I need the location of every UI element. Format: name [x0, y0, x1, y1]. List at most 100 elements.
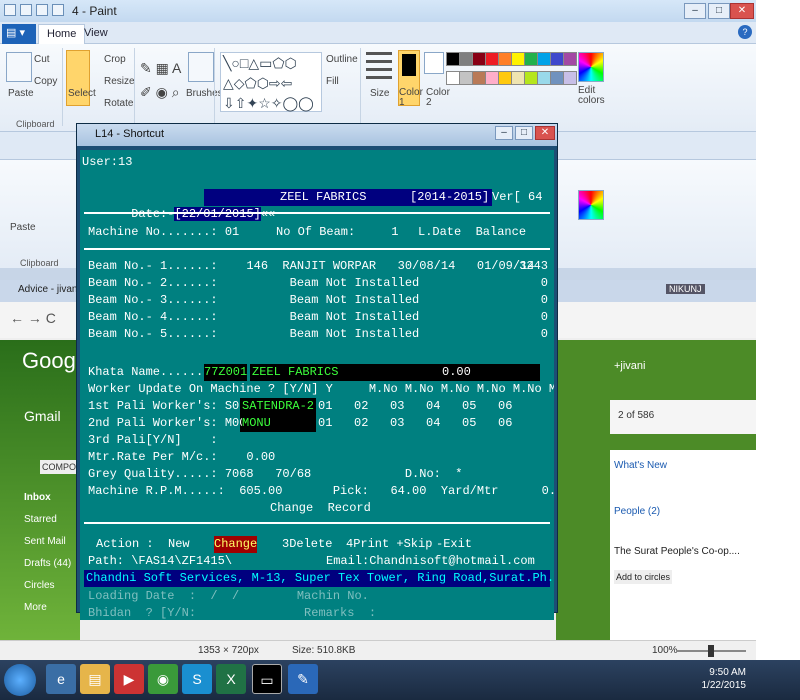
fill-button[interactable]: Fill	[326, 76, 339, 87]
redo-icon[interactable]	[52, 4, 64, 16]
explorer-icon[interactable]: ▤	[80, 664, 110, 694]
whats-new-label[interactable]: What's New	[614, 460, 667, 471]
color1-label: Color 1	[399, 87, 423, 108]
palette-swatch[interactable]	[459, 71, 473, 85]
skype-icon[interactable]: S	[182, 664, 212, 694]
paint-app-icon[interactable]	[4, 4, 16, 16]
sent-link[interactable]: Sent Mail	[24, 536, 66, 547]
pali1-name[interactable]: SATENDRA-2	[242, 398, 315, 415]
resize-button[interactable]: Resize	[104, 76, 135, 87]
console-body[interactable]: User:13 Date:-[22/01/2015]«« ZEEL FABRIC…	[80, 150, 554, 620]
starred-link[interactable]: Starred	[24, 514, 57, 525]
ie-icon[interactable]: e	[46, 664, 76, 694]
palette-swatch[interactable]	[485, 52, 499, 66]
palette-swatch[interactable]	[563, 52, 577, 66]
color2-button[interactable]	[424, 52, 444, 74]
console-maximize-button[interactable]: □	[515, 126, 533, 140]
shapes-gallery[interactable]: ╲○□△▭⬠⬡ △◇⬠⬡⇨⇦ ⇩⇧✦☆✧◯◯	[220, 52, 322, 112]
palette-swatch[interactable]	[446, 52, 460, 66]
palette-swatch[interactable]	[459, 52, 473, 66]
palette-swatch[interactable]	[498, 52, 512, 66]
media-player-icon[interactable]: ▶	[114, 664, 144, 694]
action-print[interactable]: 4Print +Skip	[346, 536, 432, 553]
size-label: Size	[370, 88, 390, 99]
rotate-button[interactable]: Rotate	[104, 98, 133, 109]
palette-swatch[interactable]	[550, 71, 564, 85]
beam-label: Beam No.- 1......:	[88, 259, 218, 273]
palette-swatch[interactable]	[537, 52, 551, 66]
version: Ver[ 64 ]	[492, 189, 554, 206]
palette-swatch[interactable]	[511, 71, 525, 85]
size-button[interactable]	[366, 52, 392, 82]
paste-button[interactable]	[6, 52, 32, 82]
palette-swatch[interactable]	[550, 52, 564, 66]
beam-label: Beam No.- 5......:	[88, 327, 218, 341]
gmail-user[interactable]: +jivani	[614, 360, 646, 372]
palette-swatch[interactable]	[472, 52, 486, 66]
palette-swatch[interactable]	[524, 71, 538, 85]
chrome-user-badge: NIKUNJ	[666, 284, 705, 294]
palette-swatch[interactable]	[511, 52, 525, 66]
chrome-icon[interactable]: ◉	[148, 664, 178, 694]
inbox-link[interactable]: Inbox	[24, 492, 51, 503]
pali1-label: 1st Pali Worker's: S012	[88, 399, 254, 413]
console-title: L14 - Shortcut	[95, 128, 165, 140]
help-icon[interactable]: ?	[738, 25, 752, 39]
tab-view[interactable]: View	[76, 24, 116, 44]
clock[interactable]: 9:50 AM 1/22/2015	[702, 666, 747, 692]
minimize-button[interactable]: –	[684, 3, 706, 19]
file-size: Size: 510.8KB	[292, 645, 356, 656]
palette-swatch[interactable]	[537, 71, 551, 85]
outline-button[interactable]: Outline	[326, 54, 358, 65]
cut-button[interactable]: Cut	[34, 54, 50, 65]
palette-swatch[interactable]	[563, 71, 577, 85]
console-minimize-button[interactable]: –	[495, 126, 513, 140]
palette-swatch[interactable]	[498, 71, 512, 85]
company-name: ZEEL FABRICS	[280, 190, 367, 204]
people-label[interactable]: People (2)	[614, 506, 660, 517]
beam-row: Beam No.- 3......: Beam Not Installed 0	[88, 292, 554, 309]
action-delete[interactable]: 3Delete	[282, 536, 332, 553]
brushes-button[interactable]	[188, 52, 214, 82]
action-exit[interactable]: -Exit	[436, 536, 472, 553]
eraser-icon[interactable]: ✐ ◉ ⌕	[140, 84, 180, 101]
file-menu-button[interactable]: ▤ ▾	[2, 24, 36, 44]
add-circles-button[interactable]: Add to circles	[614, 570, 673, 584]
khata-name[interactable]: ZEEL FABRICS	[252, 364, 339, 381]
machine-rpm: Machine R.P.M.....: 605.00 Pick: 64.00 Y…	[88, 484, 554, 498]
palette-swatch[interactable]	[524, 52, 538, 66]
chrome-tab-label[interactable]: Advice - jivani	[18, 284, 80, 295]
zoom-slider-thumb[interactable]	[708, 645, 714, 657]
khata-code[interactable]: 77Z001	[204, 364, 248, 381]
beam-info: 146 RANJIT WORPAR 30/08/14 01/09/14 43	[217, 259, 554, 273]
action-change[interactable]: Change	[214, 536, 258, 553]
save-icon[interactable]	[20, 4, 32, 16]
pencil-icon[interactable]: ✎ ▦ A	[140, 60, 181, 77]
color-palette[interactable]	[446, 52, 586, 96]
gmail-label[interactable]: Gmail	[24, 408, 61, 424]
close-button[interactable]: ✕	[730, 3, 754, 19]
palette-swatch[interactable]	[446, 71, 460, 85]
action-new[interactable]: New	[168, 536, 190, 553]
pali1-numbers: 01 02 03 04 05 06	[318, 399, 513, 413]
edit-colors-button[interactable]	[578, 52, 604, 82]
grey-quality: Grey Quality.....: 7068 70/68 D.No: *	[88, 467, 463, 481]
excel-icon[interactable]: X	[216, 664, 246, 694]
crop-button[interactable]: Crop	[104, 54, 126, 65]
more-link[interactable]: More	[24, 602, 47, 613]
palette-swatch[interactable]	[472, 71, 486, 85]
palette-swatch[interactable]	[485, 71, 499, 85]
start-button[interactable]	[4, 664, 36, 696]
undo-icon[interactable]	[36, 4, 48, 16]
console-taskbar-icon[interactable]: ▭	[252, 664, 282, 694]
pali2-name[interactable]: MONU	[242, 415, 271, 432]
copy-button[interactable]: Copy	[34, 76, 57, 87]
zoom-level: 100%	[652, 645, 678, 656]
console-close-button[interactable]: ✕	[535, 126, 555, 140]
circles-link[interactable]: Circles	[24, 580, 55, 591]
paint-taskbar-icon[interactable]: ✎	[288, 664, 318, 694]
taskbar: e ▤ ▶ ◉ S X ▭ ✎ 9:50 AM 1/22/2015	[0, 660, 800, 700]
drafts-link[interactable]: Drafts (44)	[24, 558, 71, 569]
date-label: Date:-	[131, 207, 175, 221]
maximize-button[interactable]: □	[708, 3, 730, 19]
